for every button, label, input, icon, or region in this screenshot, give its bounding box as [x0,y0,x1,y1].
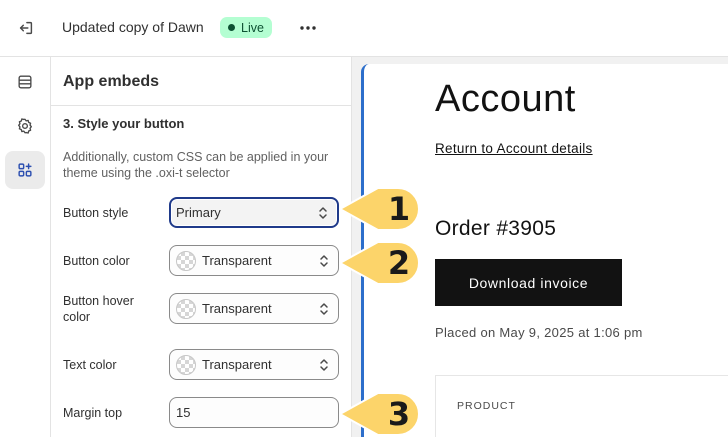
sections-icon [18,75,32,89]
transparent-swatch-icon [176,298,196,319]
top-bar: Updated copy of Dawn Live [0,0,728,57]
callout-3: 3 [338,391,423,437]
theme-name[interactable]: Updated copy of Dawn [62,19,204,35]
button-color-select[interactable]: Transparent [169,245,339,276]
more-horizontal-icon [300,26,316,30]
callout-number: 2 [387,244,411,282]
transparent-swatch-icon [176,354,196,375]
callout-1: 1 [338,186,423,232]
button-style-value: Primary [176,205,221,220]
gear-icon [18,118,32,134]
status-badge: Live [220,17,272,38]
return-to-account-link[interactable]: Return to Account details [435,141,593,156]
callout-number: 1 [387,190,411,228]
table-header-product: PRODUCT [457,400,516,412]
exit-button[interactable] [12,14,40,42]
rail-sections-button[interactable] [5,63,45,101]
button-style-select[interactable]: Primary [169,197,339,228]
account-title: Account [435,78,576,120]
more-actions-button[interactable] [294,14,322,42]
select-chevron-icon [320,302,328,315]
download-invoice-button[interactable]: Download invoice [435,259,622,306]
text-color-select[interactable]: Transparent [169,349,339,380]
live-dot-icon [228,24,235,31]
margin-top-label: Margin top [63,406,123,420]
left-rail [0,57,51,437]
callout-2: 2 [338,240,423,286]
order-table: PRODUCT [435,375,728,437]
status-badge-label: Live [241,20,264,35]
margin-top-input[interactable]: 15 [169,397,339,428]
button-color-value: Transparent [202,253,272,268]
margin-top-value: 15 [176,405,191,420]
transparent-swatch-icon [176,250,196,271]
button-style-label: Button style [63,206,129,220]
select-chevron-icon [319,206,327,219]
text-color-label: Text color [63,358,117,372]
order-title: Order #3905 [435,217,557,240]
button-hover-color-value: Transparent [202,301,272,316]
apps-icon [18,163,32,177]
section-title: 3. Style your button [63,116,185,131]
panel-divider [51,105,352,106]
panel-title: App embeds [63,73,160,90]
button-hover-color-label: Button hover color [63,294,134,324]
exit-icon [19,21,33,35]
text-color-value: Transparent [202,357,272,372]
select-chevron-icon [320,254,328,267]
button-hover-color-select[interactable]: Transparent [169,293,339,324]
app-embeds-panel: App embeds 3. Style your button Addition… [51,57,352,437]
button-color-label: Button color [63,254,130,268]
rail-apps-button[interactable] [5,151,45,189]
rail-settings-button[interactable] [5,107,45,145]
help-text: Additionally, custom CSS can be applied … [63,150,329,180]
callout-number: 3 [387,395,411,433]
placed-on-text: Placed on May 9, 2025 at 1:06 pm [435,325,643,340]
select-chevron-icon [320,358,328,371]
